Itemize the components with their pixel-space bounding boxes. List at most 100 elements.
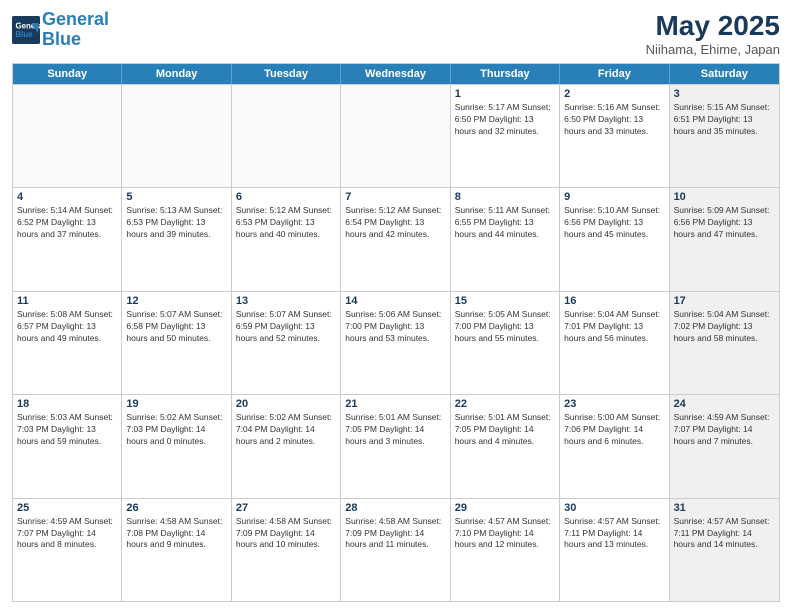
day-cell: 22 Sunrise: 5:01 AM Sunset: 7:05 PM Dayli… <box>451 395 560 497</box>
day-number: 15 <box>455 295 555 307</box>
day-cell: 10 Sunrise: 5:09 AM Sunset: 6:56 PM Dayli… <box>670 188 779 290</box>
day-number: 9 <box>564 191 664 203</box>
day-number: 24 <box>674 398 775 410</box>
day-cell: 21 Sunrise: 5:01 AM Sunset: 7:05 PM Dayli… <box>341 395 450 497</box>
calendar: SundayMondayTuesdayWednesdayThursdayFrid… <box>12 63 780 602</box>
day-number: 17 <box>674 295 775 307</box>
month-title: May 2025 <box>646 10 780 42</box>
day-cell: 26Sunrise: 4:58 AM Sunset: 7:08 PM Dayli… <box>122 499 231 601</box>
day-number: 30 <box>564 502 664 514</box>
day-info: Sunrise: 5:13 AM Sunset: 6:53 PM Dayligh… <box>126 205 226 241</box>
day-number: 27 <box>236 502 336 514</box>
day-header-monday: Monday <box>122 64 231 84</box>
day-cell: 11 Sunrise: 5:08 AM Sunset: 6:57 PM Dayli… <box>13 292 122 394</box>
day-number: 20 <box>236 398 336 410</box>
day-info: Sunrise: 5:08 AM Sunset: 6:57 PM Dayligh… <box>17 309 117 345</box>
day-info: Sunrise: 5:17 AM Sunset: 6:50 PM Dayligh… <box>455 102 555 138</box>
day-info: Sunrise: 5:05 AM Sunset: 7:00 PM Dayligh… <box>455 309 555 345</box>
day-cell: 3 Sunrise: 5:15 AM Sunset: 6:51 PM Daylig… <box>670 85 779 187</box>
day-number: 11 <box>17 295 117 307</box>
day-cell <box>122 85 231 187</box>
day-cell: 9 Sunrise: 5:10 AM Sunset: 6:56 PM Daylig… <box>560 188 669 290</box>
day-cell: 6Sunrise: 5:12 AM Sunset: 6:53 PM Daylig… <box>232 188 341 290</box>
day-number: 19 <box>126 398 226 410</box>
day-info: Sunrise: 5:09 AM Sunset: 6:56 PM Dayligh… <box>674 205 775 241</box>
day-cell: 8Sunrise: 5:11 AM Sunset: 6:55 PM Daylig… <box>451 188 560 290</box>
day-number: 14 <box>345 295 445 307</box>
day-info: Sunrise: 4:57 AM Sunset: 7:10 PM Dayligh… <box>455 516 555 552</box>
location: Niihama, Ehime, Japan <box>646 42 780 57</box>
day-cell <box>13 85 122 187</box>
day-number: 28 <box>345 502 445 514</box>
day-cell: 30 Sunrise: 4:57 AM Sunset: 7:11 PM Dayli… <box>560 499 669 601</box>
day-info: Sunrise: 4:58 AM Sunset: 7:09 PM Dayligh… <box>345 516 445 552</box>
day-headers: SundayMondayTuesdayWednesdayThursdayFrid… <box>13 64 779 84</box>
day-header-wednesday: Wednesday <box>341 64 450 84</box>
day-number: 12 <box>126 295 226 307</box>
day-info: Sunrise: 5:07 AM Sunset: 6:59 PM Dayligh… <box>236 309 336 345</box>
day-number: 16 <box>564 295 664 307</box>
day-cell: 17Sunrise: 5:04 AM Sunset: 7:02 PM Dayli… <box>670 292 779 394</box>
day-info: Sunrise: 5:02 AM Sunset: 7:04 PM Dayligh… <box>236 412 336 448</box>
day-cell: 24 Sunrise: 4:59 AM Sunset: 7:07 PM Dayli… <box>670 395 779 497</box>
day-info: Sunrise: 5:04 AM Sunset: 7:01 PM Dayligh… <box>564 309 664 345</box>
day-number: 1 <box>455 88 555 100</box>
day-info: Sunrise: 4:57 AM Sunset: 7:11 PM Dayligh… <box>674 516 775 552</box>
week-row-1: 4 Sunrise: 5:14 AM Sunset: 6:52 PM Daylig… <box>13 187 779 290</box>
day-cell: 16 Sunrise: 5:04 AM Sunset: 7:01 PM Dayli… <box>560 292 669 394</box>
day-info: Sunrise: 5:11 AM Sunset: 6:55 PM Dayligh… <box>455 205 555 241</box>
week-row-4: 25 Sunrise: 4:59 AM Sunset: 7:07 PM Dayli… <box>13 498 779 601</box>
logo-text: GeneralBlue <box>42 10 109 50</box>
week-row-3: 18Sunrise: 5:03 AM Sunset: 7:03 PM Dayli… <box>13 394 779 497</box>
day-cell <box>232 85 341 187</box>
day-info: Sunrise: 5:00 AM Sunset: 7:06 PM Dayligh… <box>564 412 664 448</box>
day-info: Sunrise: 4:59 AM Sunset: 7:07 PM Dayligh… <box>674 412 775 448</box>
day-number: 23 <box>564 398 664 410</box>
week-row-0: 1 Sunrise: 5:17 AM Sunset: 6:50 PM Daylig… <box>13 84 779 187</box>
day-header-friday: Friday <box>560 64 669 84</box>
day-cell: 25 Sunrise: 4:59 AM Sunset: 7:07 PM Dayli… <box>13 499 122 601</box>
day-number: 31 <box>674 502 775 514</box>
day-info: Sunrise: 5:16 AM Sunset: 6:50 PM Dayligh… <box>564 102 664 138</box>
day-info: Sunrise: 5:01 AM Sunset: 7:05 PM Dayligh… <box>455 412 555 448</box>
day-info: Sunrise: 5:12 AM Sunset: 6:54 PM Dayligh… <box>345 205 445 241</box>
day-cell: 28 Sunrise: 4:58 AM Sunset: 7:09 PM Dayli… <box>341 499 450 601</box>
day-cell: 31 Sunrise: 4:57 AM Sunset: 7:11 PM Dayli… <box>670 499 779 601</box>
day-info: Sunrise: 5:12 AM Sunset: 6:53 PM Dayligh… <box>236 205 336 241</box>
day-header-tuesday: Tuesday <box>232 64 341 84</box>
day-info: Sunrise: 4:59 AM Sunset: 7:07 PM Dayligh… <box>17 516 117 552</box>
day-number: 25 <box>17 502 117 514</box>
day-cell <box>341 85 450 187</box>
day-cell: 14Sunrise: 5:06 AM Sunset: 7:00 PM Dayli… <box>341 292 450 394</box>
day-cell: 7Sunrise: 5:12 AM Sunset: 6:54 PM Daylig… <box>341 188 450 290</box>
day-cell: 15 Sunrise: 5:05 AM Sunset: 7:00 PM Dayli… <box>451 292 560 394</box>
day-cell: 20 Sunrise: 5:02 AM Sunset: 7:04 PM Dayli… <box>232 395 341 497</box>
day-cell: 5 Sunrise: 5:13 AM Sunset: 6:53 PM Daylig… <box>122 188 231 290</box>
day-header-thursday: Thursday <box>451 64 560 84</box>
day-cell: 19Sunrise: 5:02 AM Sunset: 7:03 PM Dayli… <box>122 395 231 497</box>
day-number: 5 <box>126 191 226 203</box>
day-number: 13 <box>236 295 336 307</box>
day-number: 22 <box>455 398 555 410</box>
day-info: Sunrise: 5:03 AM Sunset: 7:03 PM Dayligh… <box>17 412 117 448</box>
day-info: Sunrise: 5:10 AM Sunset: 6:56 PM Dayligh… <box>564 205 664 241</box>
day-info: Sunrise: 5:01 AM Sunset: 7:05 PM Dayligh… <box>345 412 445 448</box>
logo-icon: General Blue <box>12 16 40 44</box>
page-container: General Blue GeneralBlue May 2025 Niiham… <box>0 0 792 612</box>
day-cell: 13 Sunrise: 5:07 AM Sunset: 6:59 PM Dayli… <box>232 292 341 394</box>
day-number: 26 <box>126 502 226 514</box>
day-number: 3 <box>674 88 775 100</box>
day-cell: 27 Sunrise: 4:58 AM Sunset: 7:09 PM Dayli… <box>232 499 341 601</box>
day-info: Sunrise: 5:14 AM Sunset: 6:52 PM Dayligh… <box>17 205 117 241</box>
day-number: 21 <box>345 398 445 410</box>
day-number: 4 <box>17 191 117 203</box>
page-header: General Blue GeneralBlue May 2025 Niiham… <box>12 10 780 57</box>
day-info: Sunrise: 4:57 AM Sunset: 7:11 PM Dayligh… <box>564 516 664 552</box>
day-cell: 2Sunrise: 5:16 AM Sunset: 6:50 PM Daylig… <box>560 85 669 187</box>
svg-text:Blue: Blue <box>16 30 34 39</box>
day-info: Sunrise: 4:58 AM Sunset: 7:09 PM Dayligh… <box>236 516 336 552</box>
day-cell: 18Sunrise: 5:03 AM Sunset: 7:03 PM Dayli… <box>13 395 122 497</box>
title-block: May 2025 Niihama, Ehime, Japan <box>646 10 780 57</box>
day-number: 10 <box>674 191 775 203</box>
day-info: Sunrise: 5:15 AM Sunset: 6:51 PM Dayligh… <box>674 102 775 138</box>
